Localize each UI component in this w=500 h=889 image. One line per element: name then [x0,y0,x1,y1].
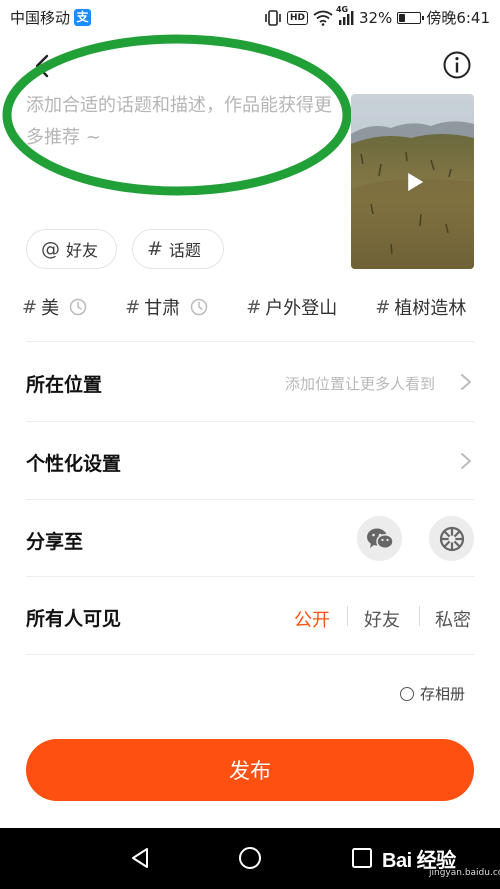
topic-item[interactable]: # 植树造林 [375,293,466,321]
wifi-icon [313,10,333,26]
at-icon: @ [41,238,60,260]
hash-icon: # [125,296,141,318]
radio-unchecked-icon [400,686,414,701]
personalize-label: 个性化设置 [26,453,122,475]
topic-item[interactable]: # 美 [22,293,87,321]
nav-recents-icon[interactable] [350,846,374,870]
recent-clock-icon [190,298,208,316]
hash-icon: # [147,238,163,260]
divider [26,654,474,655]
signal-icon: 4G [336,5,354,26]
divider [26,576,474,577]
carrier-label: 中国移动 [10,9,71,27]
battery-percent: 32% [358,8,393,27]
nav-home-icon[interactable] [238,846,262,870]
add-topic-label: 话题 [168,241,201,260]
chevron-right-icon [461,453,471,469]
visibility-separator [419,606,420,626]
hash-icon: # [375,296,391,318]
play-icon[interactable] [404,171,426,193]
back-icon[interactable] [28,52,56,80]
topic-label: 植树造林 [394,298,467,319]
topic-label: 甘肃 [144,298,181,319]
share-moments-button[interactable] [429,516,474,561]
divider [26,499,474,500]
baidu-jingyan-watermark: Bai 经验 jingyan.baidu.com [382,832,500,882]
topic-item[interactable]: # 甘肃 [125,293,208,321]
watermark-url: jingyan.baidu.com [429,868,500,878]
hash-icon: # [246,296,262,318]
suggested-topics: # 美 # 甘肃 # 户外登山 # 植树造林 [22,293,500,321]
wechat-icon [366,528,394,549]
add-topic-button[interactable]: # 话题 [132,229,224,269]
divider [26,341,474,342]
info-icon[interactable] [442,50,472,80]
moments-icon [439,526,464,551]
topic-label: 户外登山 [265,298,338,319]
clock: 傍晚6:41 [426,9,490,27]
vibrate-icon [264,9,282,26]
location-label: 所在位置 [26,374,103,396]
topic-item[interactable]: # 户外登山 [246,293,337,321]
visibility-friends-option[interactable]: 好友 [364,606,400,632]
location-hint: 添加位置让更多人看到 [285,375,436,393]
hash-icon: # [22,296,38,318]
visibility-separator [347,606,348,626]
save-album-label: 存相册 [420,685,466,703]
video-thumbnail[interactable] [351,94,474,269]
alipay-icon: 支 [74,9,92,26]
visibility-label: 所有人可见 [26,608,122,630]
battery-fill [399,13,406,22]
chevron-right-icon [461,374,471,390]
battery-icon [397,11,425,24]
network-type: 4G [335,4,349,14]
hd-badge: HD [286,10,308,25]
save-album-toggle[interactable]: 存相册 [400,683,465,704]
visibility-private-option[interactable]: 私密 [435,606,471,632]
publish-button[interactable]: 发布 [26,739,474,801]
description-input[interactable]: 添加合适的话题和描述，作品能获得更多推荐 ~ [26,90,336,156]
divider [26,421,474,422]
recent-clock-icon [69,298,87,316]
share-label: 分享至 [26,531,84,553]
nav-back-icon[interactable] [128,846,152,870]
mention-friends-button[interactable]: @ 好友 [26,229,117,269]
visibility-public-option[interactable]: 公开 [294,606,330,632]
share-wechat-button[interactable] [357,516,402,561]
mention-friends-label: 好友 [66,241,99,260]
status-bar: 中国移动 支 HD 4G 32% 傍晚6:41 [0,0,500,34]
topic-label: 美 [41,298,60,319]
